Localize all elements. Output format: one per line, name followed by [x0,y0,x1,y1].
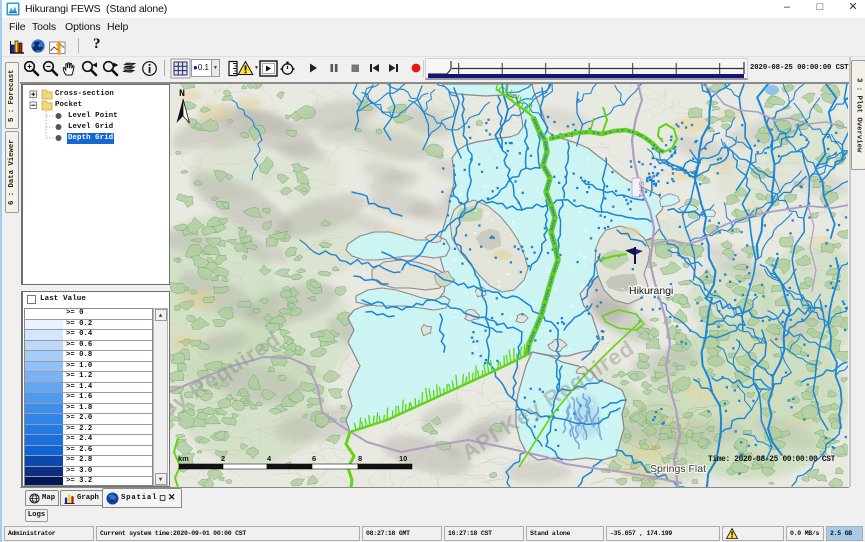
svg-text:8: 8 [358,454,362,463]
svg-text:2: 2 [221,454,225,463]
svg-text:SH 1: SH 1 [637,181,646,198]
svg-text:Springs Flat: Springs Flat [650,463,706,475]
svg-text:Time: 2020-08-25 00:00:00 CST: Time: 2020-08-25 00:00:00 CST [708,456,836,464]
svg-text:6: 6 [312,454,316,463]
svg-text:km: km [178,454,189,463]
svg-text:Hikurangi: Hikurangi [629,285,673,297]
svg-text:10: 10 [399,454,407,463]
svg-text:N: N [179,89,185,100]
